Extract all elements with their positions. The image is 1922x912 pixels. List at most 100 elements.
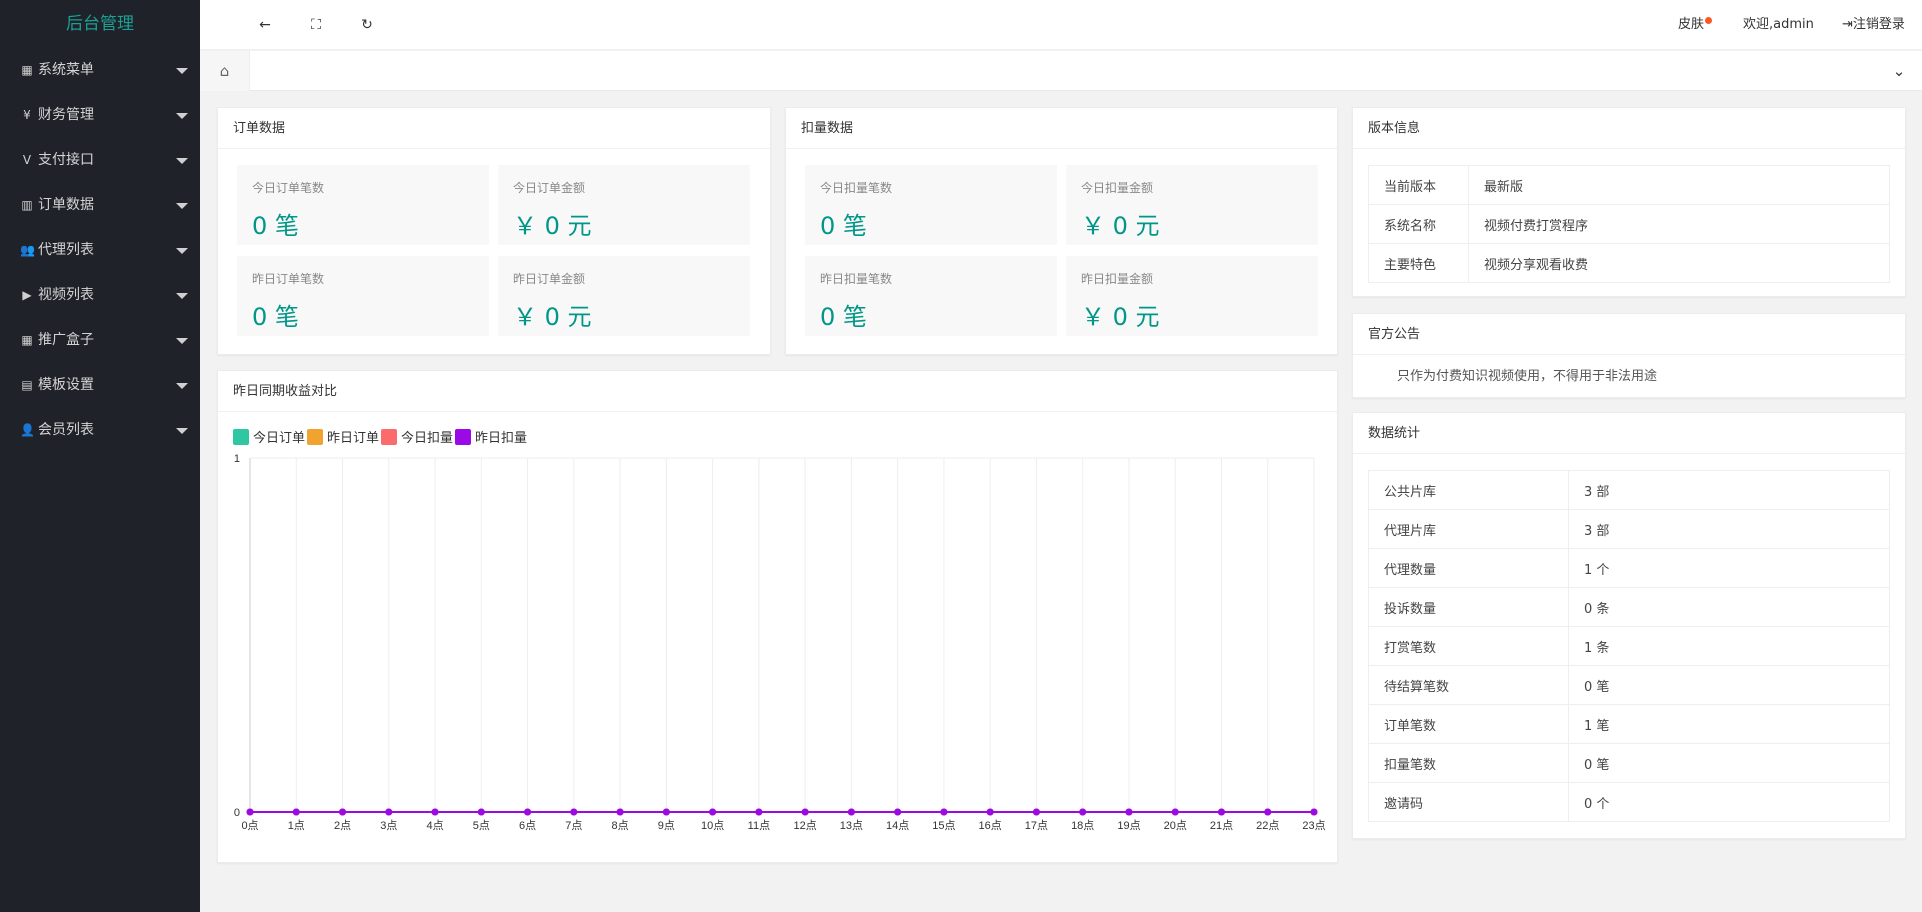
x-tick-label: 15点 <box>932 819 955 832</box>
x-tick-label: 10点 <box>701 819 724 832</box>
sidebar-item-label: 模板设置 <box>38 377 94 393</box>
row-key: 当前版本 <box>1368 165 1469 205</box>
data-point <box>1032 808 1040 816</box>
table-row: 代理片库 3 部 <box>1368 509 1890 549</box>
x-tick-label: 13点 <box>840 819 863 832</box>
table-row: 邀请码 0 个 <box>1368 782 1890 822</box>
back-icon[interactable]: ← <box>254 14 276 36</box>
data-point <box>1171 808 1179 816</box>
caret-down-icon <box>176 383 188 389</box>
stat-label: 昨日扣量金额 <box>1081 272 1154 286</box>
caret-down-icon <box>176 203 188 209</box>
data-point <box>616 808 624 816</box>
stat-today-order-count: 今日订单笔数 0 笔 <box>237 165 489 245</box>
caret-down-icon <box>176 293 188 299</box>
order-data-title: 订单数据 <box>218 108 770 149</box>
sidebar-item-label: 代理列表 <box>38 242 94 258</box>
data-point <box>570 808 578 816</box>
sidebar-item-label: 会员列表 <box>38 422 94 438</box>
skin-button[interactable]: 皮肤 <box>1678 0 1713 50</box>
skin-label: 皮肤 <box>1678 17 1705 32</box>
app-logo[interactable]: 后台管理 <box>0 0 200 48</box>
data-point <box>524 808 532 816</box>
row-value: 1 笔 <box>1568 704 1890 744</box>
stat-today-order-amount: 今日订单金额 ￥ 0 元 <box>498 165 750 245</box>
sidebar-item-1[interactable]: ¥ 财务管理 <box>0 93 200 138</box>
version-info-title: 版本信息 <box>1353 108 1905 149</box>
y-tick-label: 1 <box>234 453 240 465</box>
x-tick-label: 0点 <box>241 819 258 832</box>
row-key: 订单笔数 <box>1368 704 1569 744</box>
menu-icon: ▤ <box>21 378 33 392</box>
skin-notification-dot <box>1705 17 1713 24</box>
stat-value: 0 笔 <box>820 212 867 240</box>
notice-card: 官方公告 只作为付费知识视频使用，不得用于非法用途 <box>1352 313 1906 398</box>
data-point <box>755 808 763 816</box>
sidebar-item-2[interactable]: V 支付接口 <box>0 138 200 183</box>
table-row: 打赏笔数 1 条 <box>1368 626 1890 666</box>
sidebar: 后台管理 ▦ 系统菜单 ¥ 财务管理 V 支付接口 ▥ 订单数据 👥 代理列表 ▶ 视频列表 ▦ 推广盒子… <box>0 0 200 912</box>
menu-icon: 👥 <box>20 243 35 257</box>
stats-table: 公共片库 3 部代理片库 3 部代理数量 1 个投诉数量 0 条打赏笔数 1 条待结算笔数… <box>1368 470 1890 822</box>
row-key: 代理片库 <box>1368 509 1569 549</box>
stat-value: 0 笔 <box>820 303 867 331</box>
row-value: 0 个 <box>1568 782 1890 822</box>
sidebar-item-8[interactable]: 👤 会员列表 <box>0 408 200 453</box>
stat-value: ￥ 0 元 <box>513 212 592 240</box>
menu-icon: V <box>22 153 32 167</box>
data-point <box>292 808 300 816</box>
data-point <box>1264 808 1272 816</box>
stat-today-deduct-count: 今日扣量笔数 0 笔 <box>805 165 1057 245</box>
row-key: 公共片库 <box>1368 470 1569 510</box>
x-tick-label: 6点 <box>519 819 536 832</box>
sidebar-item-3[interactable]: ▥ 订单数据 <box>0 183 200 228</box>
x-tick-label: 14点 <box>886 819 909 832</box>
logout-button[interactable]: ⇥注销登录 <box>1842 0 1905 50</box>
x-tick-label: 4点 <box>426 819 443 832</box>
x-tick-label: 16点 <box>979 819 1002 832</box>
stat-yesterday-order-amount: 昨日订单金额 ￥ 0 元 <box>498 256 750 336</box>
stat-label: 今日订单金额 <box>513 181 586 195</box>
sidebar-item-label: 订单数据 <box>38 197 94 213</box>
row-key: 系统名称 <box>1368 204 1469 244</box>
x-tick-label: 19点 <box>1117 819 1140 832</box>
data-point <box>385 808 393 816</box>
sidebar-item-7[interactable]: ▤ 模板设置 <box>0 363 200 408</box>
data-point <box>940 808 948 816</box>
refresh-icon[interactable]: ↻ <box>356 14 378 36</box>
fullscreen-icon[interactable]: ⛶ <box>305 14 327 36</box>
sidebar-item-5[interactable]: ▶ 视频列表 <box>0 273 200 318</box>
sidebar-item-6[interactable]: ▦ 推广盒子 <box>0 318 200 363</box>
menu-icon: ▦ <box>21 333 33 347</box>
row-value: 视频分享观看收费 <box>1468 243 1890 283</box>
income-compare-card: 昨日同期收益对比 今日订单 昨日订单 今日扣量 昨日扣量 0 1 0点 1点 2点 3点 4点 5点… <box>217 370 1338 863</box>
stat-value: 0 笔 <box>252 212 299 240</box>
home-tab-icon[interactable]: ⌂ <box>200 51 250 91</box>
x-tick-label: 22点 <box>1256 819 1279 832</box>
notice-title: 官方公告 <box>1353 314 1905 355</box>
caret-down-icon <box>176 338 188 344</box>
welcome-user[interactable]: 欢迎,admin <box>1743 0 1814 50</box>
data-point <box>662 808 670 816</box>
logout-icon: ⇥ <box>1842 17 1853 32</box>
logout-label: 注销登录 <box>1852 17 1905 32</box>
topbar: ← ⛶ ↻ 皮肤 欢迎,admin ⇥注销登录 <box>200 0 1922 50</box>
data-point <box>709 808 717 816</box>
menu-icon: ▶ <box>22 288 32 302</box>
sidebar-item-4[interactable]: 👥 代理列表 <box>0 228 200 273</box>
stat-value: ￥ 0 元 <box>1081 212 1160 240</box>
x-tick-label: 2点 <box>334 819 351 832</box>
sidebar-item-0[interactable]: ▦ 系统菜单 <box>0 48 200 93</box>
row-key: 打赏笔数 <box>1368 626 1569 666</box>
stat-label: 今日扣量笔数 <box>820 181 893 195</box>
data-point <box>477 808 485 816</box>
sidebar-item-label: 支付接口 <box>38 152 94 168</box>
data-point <box>1079 808 1087 816</box>
sidebar-item-label: 系统菜单 <box>38 62 94 78</box>
x-tick-label: 1点 <box>288 819 305 832</box>
data-point <box>894 808 902 816</box>
stat-value: ￥ 0 元 <box>1081 303 1160 331</box>
chevron-down-icon[interactable]: ⌄ <box>1876 51 1922 91</box>
sidebar-menu: ▦ 系统菜单 ¥ 财务管理 V 支付接口 ▥ 订单数据 👥 代理列表 ▶ 视频列表 ▦ 推广盒子 ▤ 模板设置… <box>0 48 200 453</box>
stat-label: 昨日订单笔数 <box>252 272 325 286</box>
